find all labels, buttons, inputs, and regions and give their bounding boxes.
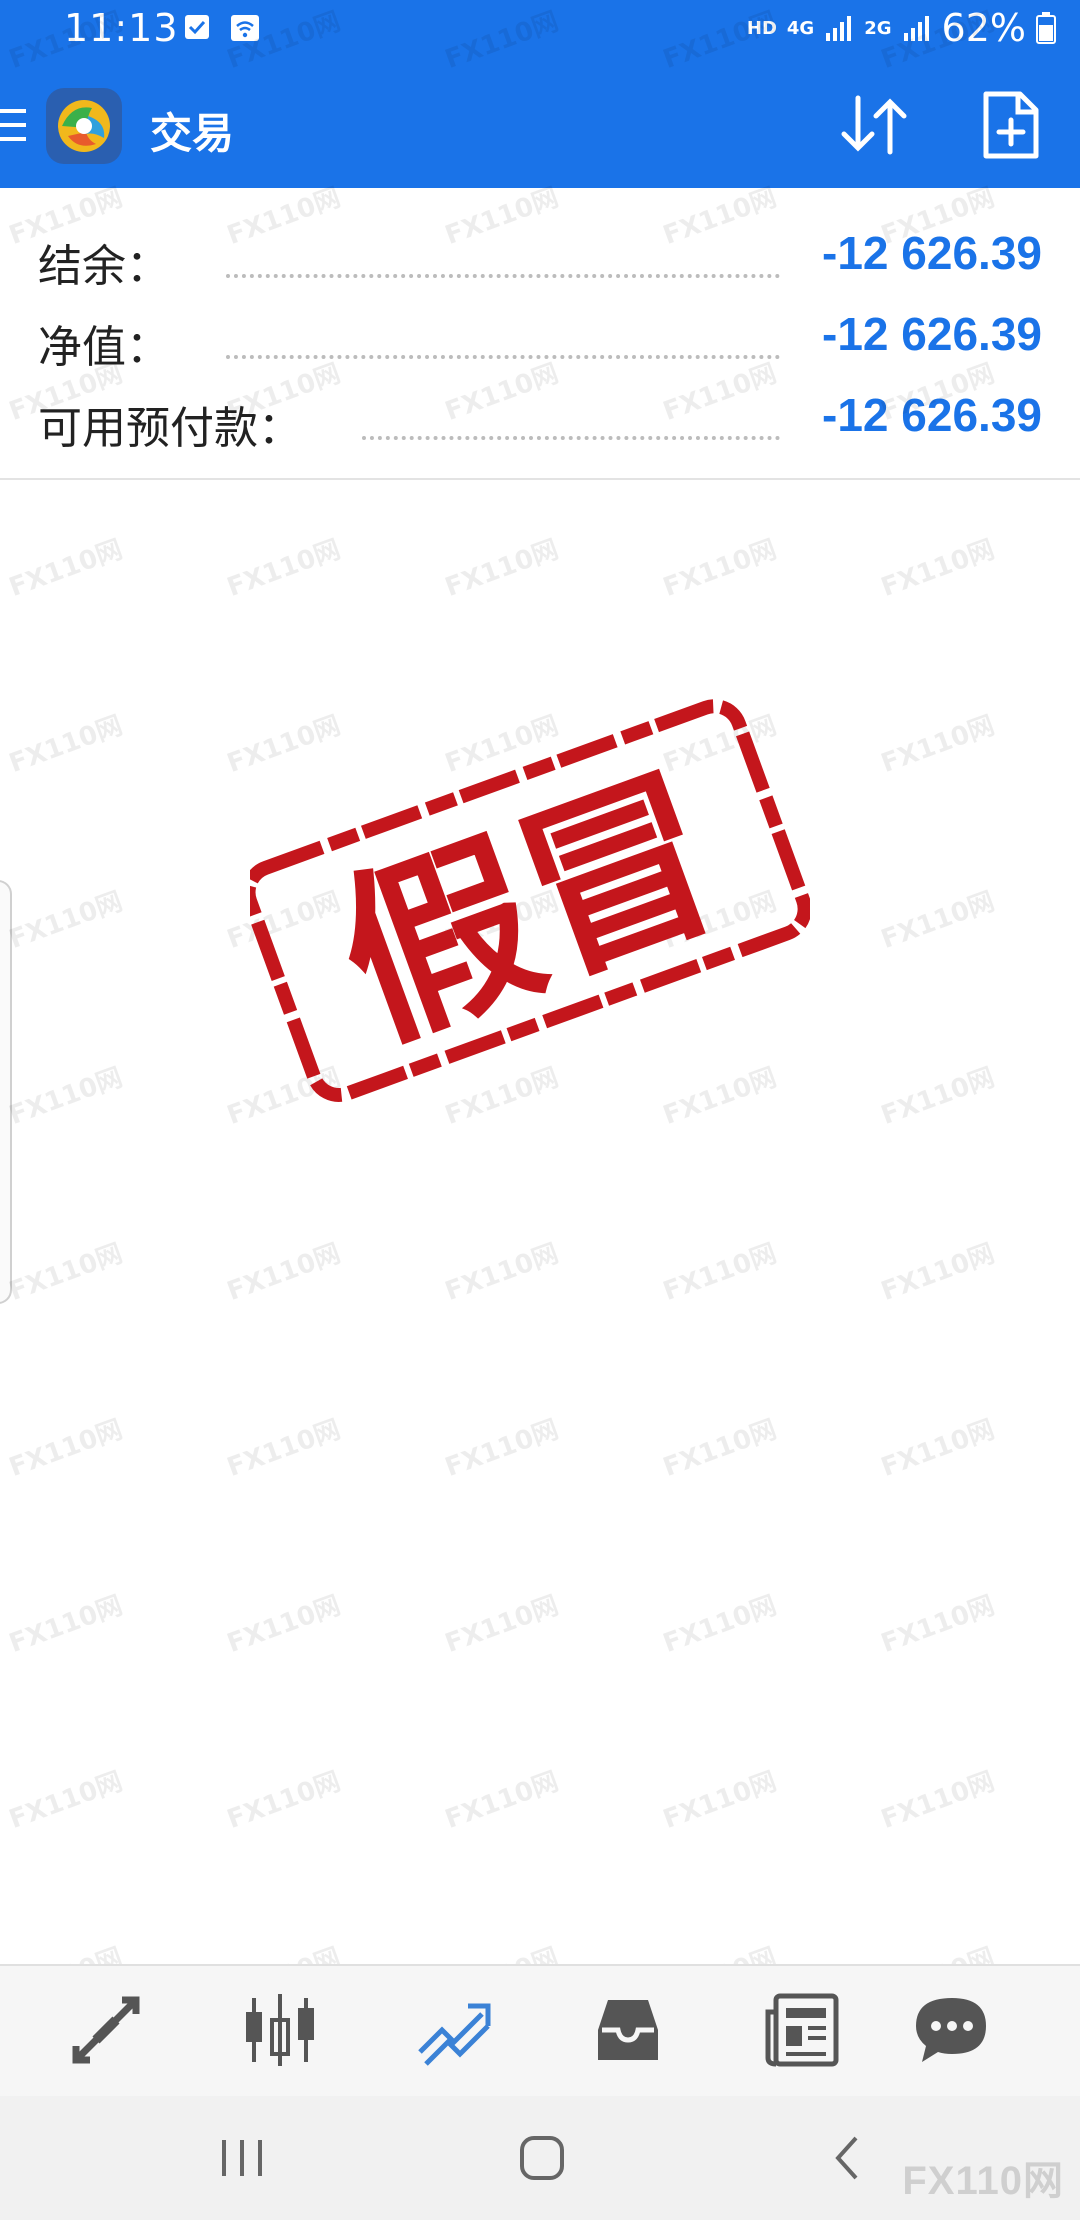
chart-icon[interactable] [240,1990,320,2070]
menu-icon[interactable] [0,105,26,145]
watermark-text: FX110网 [877,1062,999,1132]
watermark-text: FX110网 [441,1414,563,1484]
watermark-text: FX110网 [223,1238,345,1308]
trade-icon[interactable] [414,1990,494,2070]
home-icon[interactable] [512,2130,572,2186]
balance-value: -12 626.39 [822,227,1042,279]
watermark-text: FX110网 [877,710,999,780]
network-4g-indicator: 4G [786,17,815,39]
watermark-text: FX110网 [5,1414,127,1484]
checkbox-notification-icon [185,15,209,39]
watermark-text: FX110网 [5,1062,127,1132]
corner-watermark: FX110网 [902,2159,1064,2203]
balance-row: 结余： -12 626.39 [0,222,1080,302]
account-summary: 结余： -12 626.39 净值： -12 626.39 可用预付款： -12… [0,188,1080,480]
balance-label: 结余： [38,241,170,292]
watermark-text: FX110网 [223,1414,345,1484]
recent-apps-icon[interactable] [212,2130,272,2186]
watermark-text: FX110网 [659,1766,781,1836]
free-margin-row: 可用预付款： -12 626.39 [0,384,1080,464]
battery-icon [1036,12,1056,44]
watermark-text: FX110网 [877,1238,999,1308]
watermark-text: FX110网 [5,534,127,604]
watermark-text: FX110网 [5,1766,127,1836]
watermark-text: FX110网 [441,534,563,604]
watermark-text: FX110网 [877,1590,999,1660]
watermark-text: FX110网 [441,1238,563,1308]
watermark-text: FX110网 [659,534,781,604]
history-icon[interactable] [588,1990,668,2070]
news-icon[interactable] [762,1990,842,2070]
watermark-text: FX110网 [5,1238,127,1308]
watermark-text: FX110网 [5,1590,127,1660]
free-margin-value: -12 626.39 [822,389,1042,441]
battery-percent: 62% [941,6,1026,50]
equity-row: 净值： -12 626.39 [0,303,1080,383]
watermark-text: FX110网 [877,1414,999,1484]
app-logo-icon [46,88,122,164]
watermark-text: FX110网 [659,1414,781,1484]
new-order-icon[interactable] [980,90,1042,160]
dotted-leader [226,355,780,359]
watermark-text: FX110网 [659,1238,781,1308]
watermark-text: FX110网 [5,886,127,956]
equity-value: -12 626.39 [822,308,1042,360]
edge-panel-handle[interactable] [0,880,12,1304]
wifi-notification-icon [231,15,259,41]
sort-icon[interactable] [838,94,910,156]
watermark-text: FX110网 [441,1766,563,1836]
watermark-text: FX110网 [5,710,127,780]
status-time: 11:13 [64,6,179,50]
watermark-text: FX110网 [877,1766,999,1836]
free-margin-label: 可用预付款： [38,403,302,454]
bottom-navigation [0,1964,1080,2098]
signal-icon [826,16,852,41]
signal-icon-2 [903,16,929,41]
fake-stamp-icon: 假冒 [250,699,810,1102]
network-2g-indicator: 2G [864,17,892,39]
system-navigation: FX110网 [0,2096,1080,2220]
status-indicators: HD 4G 2G 62% [747,6,1056,50]
watermark-text: FX110网 [223,1766,345,1836]
watermark-text: FX110网 [659,1590,781,1660]
watermark-text: FX110网 [223,534,345,604]
dotted-leader [226,274,780,278]
quotes-icon[interactable] [66,1990,146,2070]
watermark-text: FX110网 [877,534,999,604]
equity-label: 净值： [38,322,170,373]
status-bar: 11:13 HD 4G 2G 62% [0,0,1080,62]
back-icon[interactable] [816,2130,876,2186]
app-bar: 交易 [0,62,1080,188]
hd-indicator: HD [746,17,777,39]
page-title: 交易 [150,109,235,158]
watermark-text: FX110网 [441,1590,563,1660]
watermark-text: FX110网 [877,886,999,956]
watermark-text: FX110网 [223,1590,345,1660]
chat-icon[interactable] [912,1990,992,2070]
dotted-leader [362,436,780,440]
